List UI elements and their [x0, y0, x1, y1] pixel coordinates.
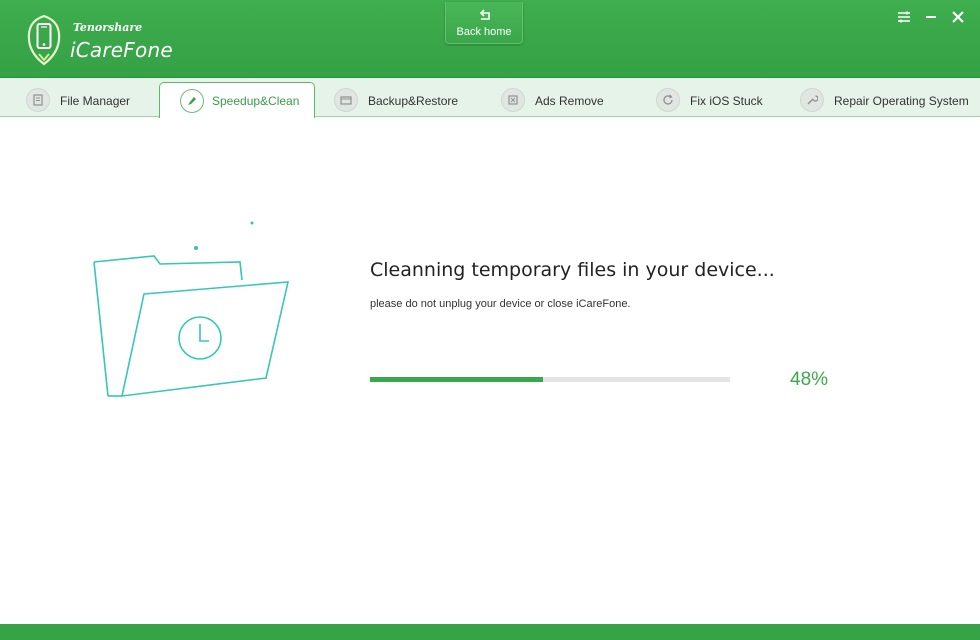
tab-label: Speedup&Clean	[212, 94, 300, 108]
back-home-icon	[479, 8, 491, 20]
back-home-button[interactable]: Back home	[445, 2, 523, 44]
ads-remove-icon	[501, 88, 525, 112]
tab-repair-operating-system[interactable]: Repair Operating System	[800, 84, 975, 117]
brand-company: Tenorshare	[73, 21, 143, 34]
progress-bar	[370, 377, 730, 382]
wrench-icon	[800, 88, 824, 112]
tab-file-manager[interactable]: File Manager	[26, 84, 146, 117]
tab-label: Fix iOS Stuck	[690, 94, 763, 108]
tab-label: Repair Operating System	[834, 94, 969, 108]
refresh-icon	[656, 88, 680, 112]
cleaning-status-subtitle: please do not unplug your device or clos…	[370, 298, 631, 310]
backup-icon	[334, 88, 358, 112]
tab-speedup-clean[interactable]: Speedup&Clean	[159, 82, 315, 118]
tab-label: File Manager	[60, 94, 131, 108]
file-manager-icon	[26, 88, 50, 112]
tab-bar: File Manager Speedup&Clean Backup&Restor…	[0, 78, 980, 118]
tab-label: Ads Remove	[535, 94, 604, 108]
tab-fix-ios-stuck[interactable]: Fix iOS Stuck	[656, 84, 776, 117]
folder-clock-illustration	[88, 216, 298, 411]
minimize-icon[interactable]	[922, 8, 940, 26]
progress-percentage: 48%	[790, 369, 829, 390]
progress-bar-fill	[370, 377, 543, 382]
title-bar: Tenorshare iCareFone Back home	[0, 0, 980, 78]
back-home-label: Back home	[456, 26, 512, 38]
tab-label: Backup&Restore	[368, 94, 459, 108]
main-content: Cleanning temporary files in your device…	[0, 118, 980, 624]
brand-name: iCareFone	[70, 38, 173, 62]
tab-ads-remove[interactable]: Ads Remove	[501, 84, 621, 117]
footer-bar	[0, 624, 980, 640]
brush-icon	[180, 89, 204, 113]
close-icon[interactable]	[949, 8, 967, 26]
cleaning-status-title: Cleanning temporary files in your device…	[370, 259, 775, 281]
tab-backup-restore[interactable]: Backup&Restore	[334, 84, 474, 117]
menu-icon[interactable]	[895, 8, 913, 26]
icarefone-logo-icon	[26, 14, 62, 66]
